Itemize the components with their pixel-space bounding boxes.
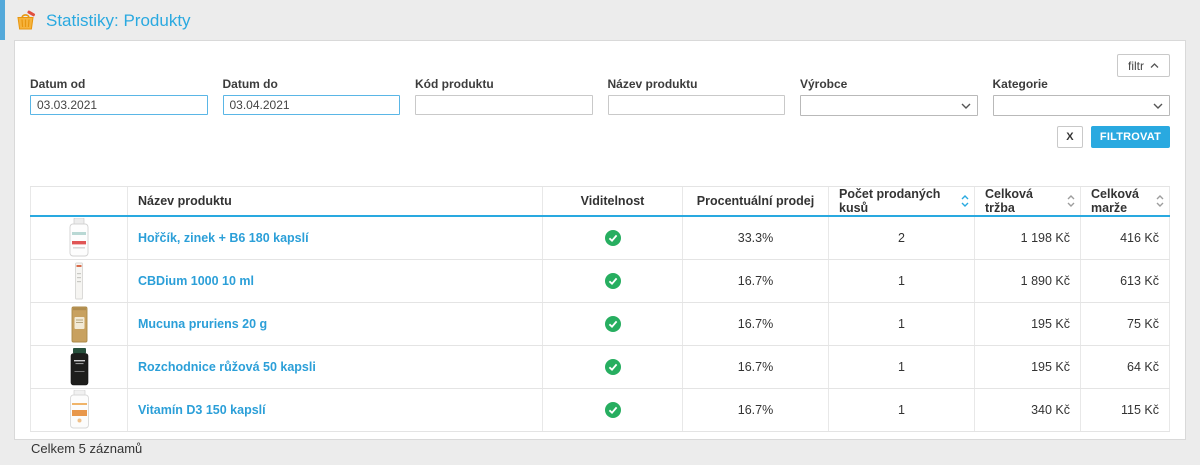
units-sold: 1 — [829, 260, 975, 302]
filter-fields: Datum od Datum do Kód produktu Název pro… — [30, 77, 1170, 116]
datum-do-input[interactable] — [223, 95, 401, 115]
total-margin: 75 Kč — [1081, 303, 1170, 345]
percent-sold: 16.7% — [683, 389, 829, 431]
total-revenue: 195 Kč — [975, 303, 1081, 345]
datum-od-label: Datum od — [30, 77, 208, 91]
units-sold: 1 — [829, 389, 975, 431]
chevron-down-icon — [1153, 103, 1163, 109]
units-sold: 1 — [829, 346, 975, 388]
product-thumbnail[interactable] — [41, 261, 117, 301]
col-header-procentualni-prodej: Procentuální prodej — [683, 187, 829, 215]
check-circle-icon — [605, 402, 621, 418]
datum-do-label: Datum do — [223, 77, 401, 91]
field-datum-od: Datum od — [30, 77, 208, 116]
col-header-celkova-trzba[interactable]: Celková tržba — [975, 187, 1081, 215]
product-link[interactable]: Vitamín D3 150 kapslí — [138, 403, 266, 417]
check-circle-icon — [605, 273, 621, 289]
total-revenue: 1 890 Kč — [975, 260, 1081, 302]
table-row: Rozchodnice růžová 50 kapsli 16.7% 1 195… — [30, 346, 1170, 389]
product-link[interactable]: CBDium 1000 10 ml — [138, 274, 254, 288]
sort-arrows-icon[interactable] — [961, 194, 969, 208]
percent-sold: 16.7% — [683, 303, 829, 345]
product-thumbnail[interactable] — [41, 347, 117, 387]
field-vyrobce: Výrobce — [800, 77, 978, 116]
kategorie-label: Kategorie — [993, 77, 1171, 91]
page-header: Statistiky: Produkty — [0, 0, 1200, 32]
nazev-produktu-label: Název produktu — [608, 77, 786, 91]
total-margin: 64 Kč — [1081, 346, 1170, 388]
kod-produktu-input[interactable] — [415, 95, 593, 115]
percent-sold: 16.7% — [683, 346, 829, 388]
statistics-panel: filtr Datum od Datum do Kód produktu Náz… — [14, 40, 1186, 440]
total-revenue: 1 198 Kč — [975, 217, 1081, 259]
product-link[interactable]: Mucuna pruriens 20 g — [138, 317, 267, 331]
col-header-pocet-prodanych-kusu[interactable]: Počet prodaných kusů — [829, 187, 975, 215]
filter-actions: X FILTROVAT — [30, 126, 1170, 148]
percent-sold: 16.7% — [683, 260, 829, 302]
records-count: Celkem 5 záznamů — [30, 432, 1170, 465]
total-margin: 416 Kč — [1081, 217, 1170, 259]
kod-produktu-label: Kód produktu — [415, 77, 593, 91]
sort-arrows-icon[interactable] — [1067, 194, 1075, 208]
product-thumbnail[interactable] — [41, 390, 117, 430]
total-revenue: 195 Kč — [975, 346, 1081, 388]
percent-sold: 33.3% — [683, 217, 829, 259]
sort-arrows-icon[interactable] — [1156, 194, 1164, 208]
col-header-viditelnost: Viditelnost — [543, 187, 683, 215]
nazev-produktu-input[interactable] — [608, 95, 786, 115]
basket-icon — [14, 10, 37, 31]
filter-reset-button[interactable]: X — [1057, 126, 1083, 148]
datum-od-input[interactable] — [30, 95, 208, 115]
table-row: CBDium 1000 10 ml 16.7% 1 1 890 Kč 613 K… — [30, 260, 1170, 303]
field-datum-do: Datum do — [223, 77, 401, 116]
products-table: Název produktu Viditelnost Procentuální … — [30, 186, 1170, 432]
page-title: Statistiky: Produkty — [46, 11, 191, 31]
table-row: Mucuna pruriens 20 g 16.7% 1 195 Kč 75 K… — [30, 303, 1170, 346]
filter-toggle-button[interactable]: filtr — [1117, 54, 1170, 77]
total-margin: 115 Kč — [1081, 389, 1170, 431]
table-row: Hořčík, zinek + B6 180 kapslí 33.3% 2 1 … — [30, 217, 1170, 260]
product-link[interactable]: Hořčík, zinek + B6 180 kapslí — [138, 231, 309, 245]
filter-toggle-row: filtr — [30, 41, 1170, 77]
units-sold: 2 — [829, 217, 975, 259]
feedback-side-tab[interactable] — [0, 0, 5, 40]
check-circle-icon — [605, 359, 621, 375]
product-thumbnail[interactable] — [41, 304, 117, 344]
check-circle-icon — [605, 316, 621, 332]
table-header-row: Název produktu Viditelnost Procentuální … — [30, 186, 1170, 217]
filter-toggle-label: filtr — [1128, 59, 1144, 73]
vyrobce-select[interactable] — [800, 95, 978, 116]
product-thumbnail[interactable] — [41, 218, 117, 258]
field-nazev-produktu: Název produktu — [608, 77, 786, 116]
field-kod-produktu: Kód produktu — [415, 77, 593, 116]
kategorie-select[interactable] — [993, 95, 1171, 116]
product-link[interactable]: Rozchodnice růžová 50 kapsli — [138, 360, 316, 374]
chevron-down-icon — [961, 103, 971, 109]
total-margin: 613 Kč — [1081, 260, 1170, 302]
table-row: Vitamín D3 150 kapslí 16.7% 1 340 Kč 115… — [30, 389, 1170, 432]
col-header-celkova-marze[interactable]: Celková marže — [1081, 187, 1170, 215]
col-header-image — [30, 187, 128, 215]
vyrobce-label: Výrobce — [800, 77, 978, 91]
field-kategorie: Kategorie — [993, 77, 1171, 116]
total-revenue: 340 Kč — [975, 389, 1081, 431]
chevron-up-icon — [1150, 63, 1159, 69]
filter-submit-button[interactable]: FILTROVAT — [1091, 126, 1170, 148]
check-circle-icon — [605, 230, 621, 246]
units-sold: 1 — [829, 303, 975, 345]
col-header-nazev-produktu: Název produktu — [128, 187, 543, 215]
